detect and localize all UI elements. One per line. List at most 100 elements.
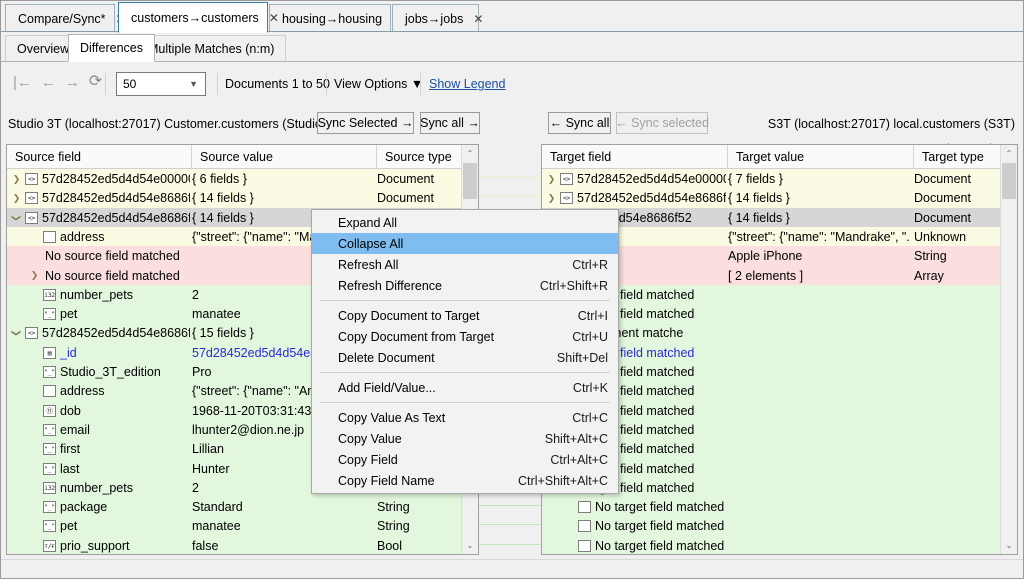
menu-item-shortcut: Shift+Del (557, 347, 608, 368)
row-type: Document (914, 208, 1001, 228)
menu-item-shortcut: Ctrl+U (572, 326, 608, 347)
sub-tab-bar: Overview Differences Multiple Matches (n… (1, 32, 1023, 62)
menu-item-refresh-difference[interactable]: Refresh DifferenceCtrl+Shift+R (312, 275, 618, 296)
page-size-value: 50 (123, 77, 136, 91)
scroll-down-icon[interactable]: ⌄ (1001, 537, 1017, 554)
table-row[interactable]: ❯<>57d28452ed5d4d54e8686f51{ 14 fields }… (542, 188, 1001, 208)
row-value: Apple iPhone (728, 246, 911, 266)
field-type-icon: <> (25, 327, 38, 339)
tab-differences[interactable]: Differences (68, 34, 155, 62)
scroll-down-icon[interactable]: ⌄ (462, 537, 478, 554)
menu-separator (320, 300, 610, 301)
menu-item-shortcut: Ctrl+Shift+Alt+C (518, 470, 608, 491)
row-field: email (60, 420, 190, 440)
refresh-icon[interactable]: ⟳ (89, 74, 102, 90)
chevron-right-icon[interactable]: ❯ (29, 266, 40, 286)
table-row[interactable]: ❯<>57d28452ed5d4d54e8686f51{ 14 fields }… (7, 188, 462, 208)
target-sync-all-button[interactable]: ← Sync all (548, 112, 611, 134)
scroll-up-icon[interactable]: ⌃ (1001, 145, 1017, 162)
status-bar (1, 559, 1023, 578)
menu-item-copy-value[interactable]: Copy ValueShift+Alt+C (312, 428, 618, 449)
target-value-column-header[interactable]: Target value (728, 145, 914, 168)
view-options-menu[interactable]: View Options ▼ (334, 77, 423, 91)
menu-item-shortcut: Ctrl+K (573, 377, 608, 398)
source-connection-label: Studio 3T (localhost:27017) Customer.cus… (8, 117, 344, 131)
menu-item-copy-field-name[interactable]: Copy Field NameCtrl+Shift+Alt+C (312, 470, 618, 491)
close-icon[interactable]: ✕ (269, 12, 279, 24)
first-page-icon[interactable]: |← (13, 75, 32, 90)
menu-item-collapse-all[interactable]: Collapse All (312, 233, 618, 254)
next-page-icon[interactable]: → (65, 75, 80, 90)
row-field: No target field matched (595, 536, 726, 554)
source-field-column-header[interactable]: Source field (7, 145, 192, 168)
scroll-thumb[interactable] (1002, 163, 1016, 199)
row-value: {"street": {"name": "Mandrake", "... (728, 227, 911, 247)
document-tab-housing[interactable]: housing→housing ✕ (269, 4, 391, 32)
show-legend-link[interactable]: Show Legend (429, 77, 505, 91)
tab-multiple-matches[interactable]: Multiple Matches (n:m) (136, 35, 286, 62)
chevron-right-icon[interactable]: ❯ (546, 188, 557, 208)
menu-item-refresh-all[interactable]: Refresh AllCtrl+R (312, 254, 618, 275)
sync-selected-button[interactable]: Sync Selected → (317, 112, 414, 134)
chevron-right-icon[interactable]: ❯ (11, 188, 22, 208)
document-tab-customers[interactable]: customers→customers ✕ (118, 2, 268, 33)
menu-item-label: Refresh Difference (338, 279, 442, 293)
document-tab-label: housing→housing (282, 12, 382, 26)
field-type-icon: "_" (43, 501, 56, 513)
row-field: first (60, 439, 190, 459)
menu-item-label: Delete Document (338, 351, 435, 365)
row-type: Document (377, 169, 462, 189)
source-type-column-header[interactable]: Source type (377, 145, 462, 168)
menu-item-delete-document[interactable]: Delete Document Shift+Del (312, 347, 618, 368)
target-field-column-header[interactable]: Target field (542, 145, 728, 168)
menu-item-copy-document-from-target[interactable]: Copy Document from TargetCtrl+U (312, 326, 618, 347)
menu-item-copy-value-as-text[interactable]: Copy Value As TextCtrl+C (312, 407, 618, 428)
menu-item-copy-field[interactable]: Copy FieldCtrl+Alt+C (312, 449, 618, 470)
table-row[interactable]: .No target field matched (542, 516, 1001, 536)
source-value-column-header[interactable]: Source value (192, 145, 377, 168)
table-row[interactable]: т/ғprio_supportfalseBool (7, 536, 462, 554)
row-type: Array (914, 266, 1001, 286)
row-type: Document (914, 169, 1001, 189)
row-field: No source field matched (45, 266, 190, 286)
row-value: Standard (192, 497, 374, 517)
table-row[interactable]: ❯<>57d28452ed5d4d54e0000000{ 7 fields }D… (542, 169, 1001, 189)
menu-item-shortcut: Ctrl+R (572, 254, 608, 275)
scroll-up-icon[interactable]: ⌃ (462, 145, 478, 162)
connection-bar: Studio 3T (localhost:27017) Customer.cus… (1, 105, 1023, 143)
document-tab-jobs[interactable]: jobs→jobs ✕ (392, 4, 479, 32)
scroll-thumb[interactable] (463, 163, 477, 199)
field-type-icon: <> (25, 173, 38, 185)
chevron-down-icon[interactable]: ❯ (7, 328, 27, 339)
menu-item-copy-document-to-target[interactable]: Copy Document to TargetCtrl+I (312, 305, 618, 326)
row-field: No target field matched (595, 497, 726, 517)
page-size-select[interactable]: 50 ▼ (116, 72, 206, 96)
table-row[interactable]: "_"petmanateeString (7, 516, 462, 536)
close-icon[interactable]: ✕ (473, 13, 483, 25)
menu-item-add-field-value[interactable]: Add Field/Value...Ctrl+K (312, 377, 618, 398)
menu-item-label: Collapse All (338, 237, 403, 251)
context-menu[interactable]: Expand AllCollapse AllRefresh AllCtrl+RR… (311, 209, 619, 494)
field-type-icon: "_" (43, 520, 56, 532)
chevron-down-icon[interactable]: ❯ (7, 212, 27, 223)
document-tab-compare-sync[interactable]: Compare/Sync* ✕ (5, 4, 115, 32)
chevron-right-icon[interactable]: ❯ (546, 169, 557, 189)
tab-label: Differences (80, 41, 143, 55)
table-row[interactable]: ❯<>57d28452ed5d4d54e0000000{ 6 fields }D… (7, 169, 462, 189)
chevron-right-icon[interactable]: ❯ (11, 169, 22, 189)
target-type-column-header[interactable]: Target type (914, 145, 1001, 168)
table-row[interactable]: .No target field matched (542, 536, 1001, 554)
table-row[interactable]: .No target field matched (542, 497, 1001, 517)
menu-item-expand-all[interactable]: Expand All (312, 212, 618, 233)
row-type: Unknown (914, 227, 1001, 247)
row-field: number_pets (60, 285, 190, 305)
sync-all-button[interactable]: Sync all → (420, 112, 480, 134)
target-vertical-scrollbar[interactable]: ⌃ ⌄ (1000, 145, 1017, 554)
field-type-icon: <> (25, 212, 38, 224)
tab-label: Overview (17, 42, 69, 56)
prev-page-icon[interactable]: ← (41, 75, 56, 90)
table-row[interactable]: "_"packageStandardString (7, 497, 462, 517)
row-field: package (60, 497, 190, 517)
row-type: Bool (377, 536, 462, 554)
menu-item-label: Copy Document to Target (338, 309, 480, 323)
